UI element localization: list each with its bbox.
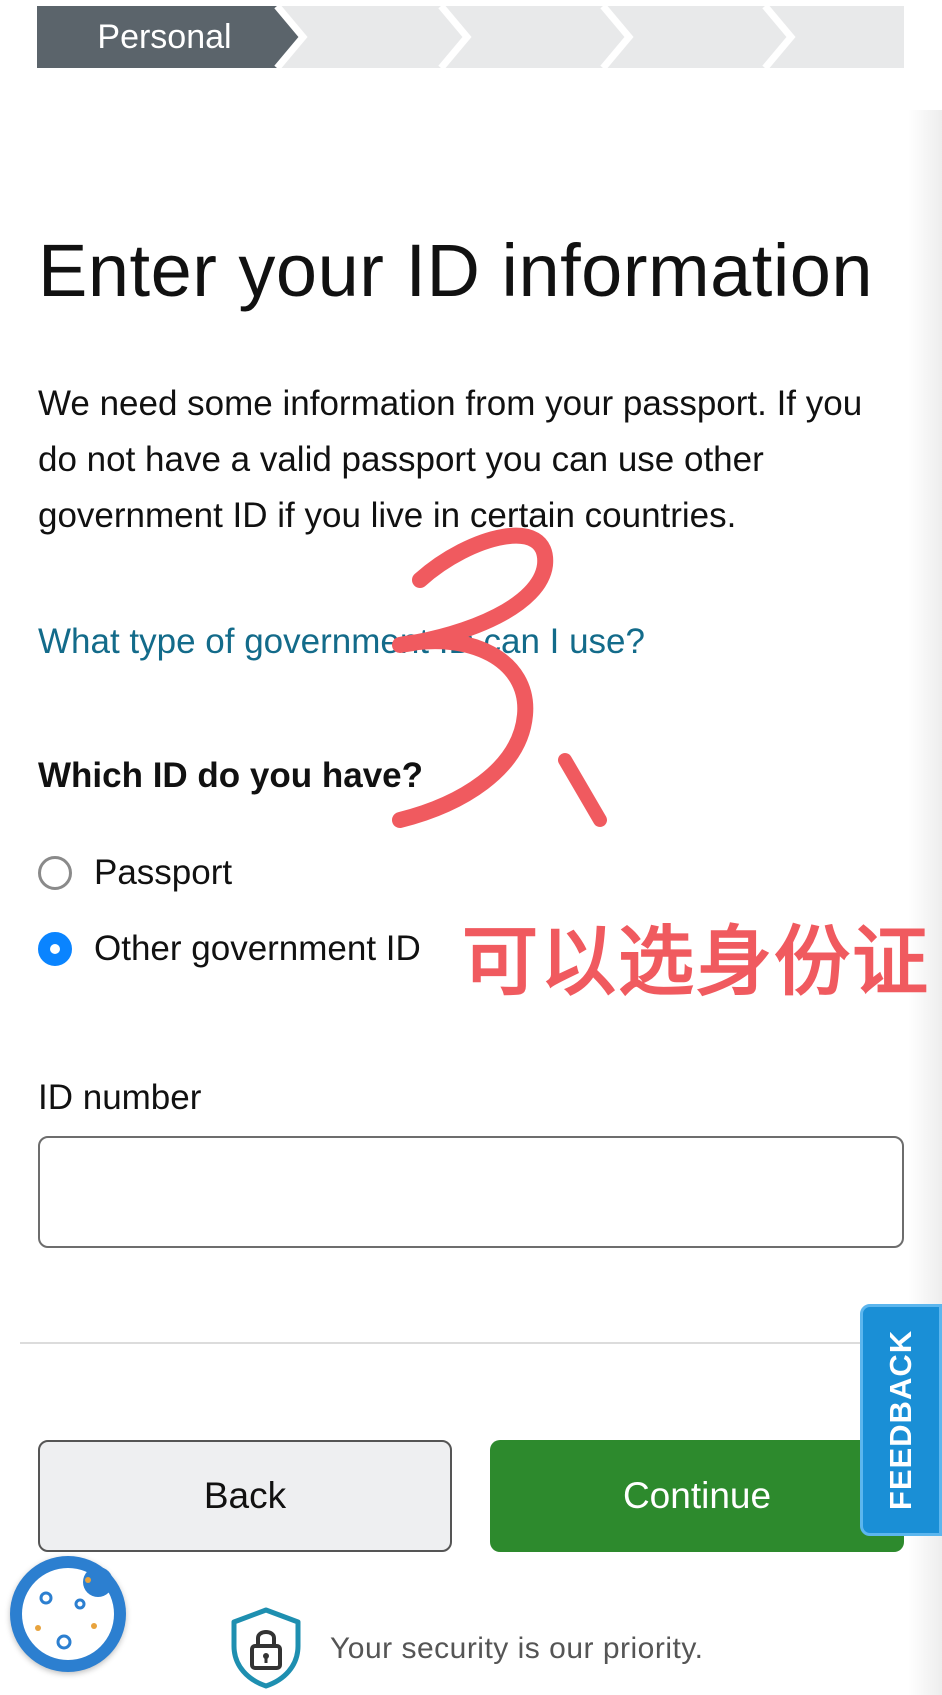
progress-step-personal-label: Personal bbox=[97, 18, 232, 56]
id-number-input[interactable] bbox=[38, 1136, 904, 1248]
feedback-tab-label: FEEDBACK bbox=[883, 1329, 918, 1511]
section-divider bbox=[20, 1342, 920, 1344]
radio-option-passport[interactable]: Passport bbox=[38, 853, 232, 893]
progress-steps: Personal bbox=[37, 6, 904, 68]
id-type-question: Which ID do you have? bbox=[38, 756, 424, 795]
cookie-settings-button[interactable] bbox=[10, 1556, 126, 1672]
handwritten-number-3-annotation bbox=[380, 520, 620, 835]
handwritten-chinese-note: 可以选身份证 bbox=[462, 917, 930, 1006]
shield-lock-icon bbox=[226, 1606, 306, 1695]
intro-text: We need some information from your passp… bbox=[38, 384, 863, 535]
other-government-id-radio[interactable] bbox=[38, 932, 72, 966]
back-button[interactable]: Back bbox=[38, 1440, 452, 1552]
id-number-label: ID number bbox=[38, 1078, 202, 1117]
feedback-tab[interactable]: FEEDBACK bbox=[860, 1304, 942, 1536]
page-title: Enter your ID information bbox=[38, 229, 874, 312]
other-government-id-radio-label[interactable]: Other government ID bbox=[94, 929, 421, 969]
security-message: Your security is our priority. bbox=[330, 1632, 704, 1665]
passport-radio[interactable] bbox=[38, 856, 72, 890]
continue-button[interactable]: Continue bbox=[490, 1440, 904, 1552]
cookie-icon bbox=[22, 1567, 114, 1660]
passport-radio-label[interactable]: Passport bbox=[94, 853, 232, 893]
radio-option-other-government-id[interactable]: Other government ID bbox=[38, 929, 421, 969]
